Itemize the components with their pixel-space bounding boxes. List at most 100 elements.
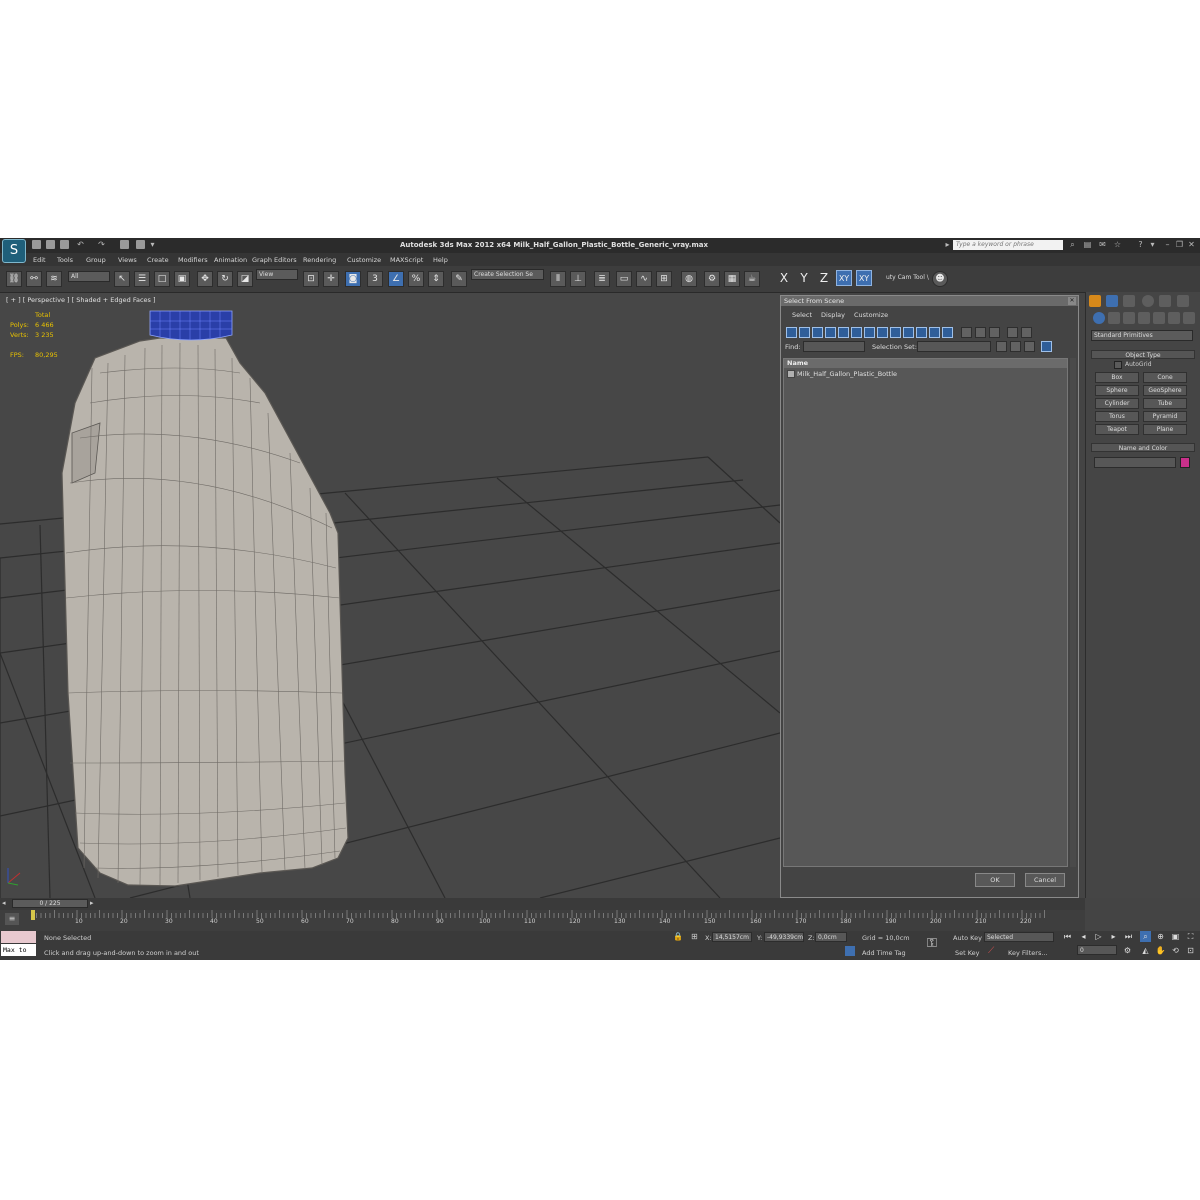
curve-editor-icon[interactable]: ∿ [636, 271, 652, 287]
time-slider[interactable]: ◂ 0 / 225 ▸ [0, 898, 1085, 910]
orbit-icon[interactable]: ⟲ [1170, 945, 1181, 956]
previous-frame-icon[interactable]: ◂ [1078, 931, 1089, 942]
display-containers-icon[interactable] [903, 327, 914, 338]
display-frozen-icon[interactable] [916, 327, 927, 338]
search-input[interactable]: Type a keyword or phrase [953, 240, 1063, 250]
filter-icon[interactable] [1007, 327, 1018, 338]
dialog-close-icon[interactable]: ✕ [1068, 297, 1076, 305]
dialog-menu-display[interactable]: Display [821, 311, 845, 319]
quick-access-dropdown-icon[interactable]: ▾ [148, 240, 157, 249]
modify-tab-icon[interactable] [1106, 295, 1118, 307]
layer-manager-icon[interactable]: ≣ [594, 271, 610, 287]
rectangular-selection-icon[interactable]: □ [154, 271, 170, 287]
maximize-viewport-icon[interactable]: ⊡ [1185, 945, 1196, 956]
display-hidden-icon[interactable] [929, 327, 940, 338]
subscription-icon[interactable]: ▤ [1083, 240, 1092, 249]
axis-z-button[interactable]: Z [816, 270, 832, 286]
angle-snap-icon[interactable]: ∠ [388, 271, 404, 287]
object-type-rollout[interactable]: Object Type [1091, 350, 1195, 359]
dialog-menu-customize[interactable]: Customize [854, 311, 888, 319]
select-all-icon[interactable] [961, 327, 972, 338]
close-icon[interactable]: ✕ [1187, 240, 1196, 249]
key-filters-button[interactable]: Key Filters... [1008, 949, 1048, 957]
time-tag-icon[interactable] [845, 946, 855, 956]
selection-filter-dropdown[interactable]: All [68, 271, 110, 282]
cone-button[interactable]: Cone [1143, 372, 1187, 383]
helpers-category-icon[interactable] [1153, 312, 1165, 324]
systems-category-icon[interactable] [1183, 312, 1195, 324]
select-dependents-icon[interactable] [1010, 341, 1021, 352]
box-button[interactable]: Box [1095, 372, 1139, 383]
undo-icon[interactable]: ↶ [76, 240, 85, 249]
auto-key-button[interactable]: Auto Key [953, 934, 982, 942]
sphere-button[interactable]: Sphere [1095, 385, 1139, 396]
teapot-button[interactable]: Teapot [1095, 424, 1139, 435]
menu-create[interactable]: Create [147, 256, 169, 264]
window-crossing-icon[interactable]: ▣ [174, 271, 190, 287]
reference-coordinate-dropdown[interactable]: View [256, 269, 298, 280]
pivot-center-icon[interactable]: ⊡ [303, 271, 319, 287]
track-bar[interactable]: ≡ 10 20 30 40 50 60 70 80 90 100 110 120… [0, 910, 1085, 931]
display-lights-icon[interactable] [812, 327, 823, 338]
rotate-icon[interactable]: ↻ [217, 271, 233, 287]
menu-help[interactable]: Help [433, 256, 448, 264]
workspace-icon[interactable] [136, 240, 145, 249]
open-file-icon[interactable] [46, 240, 55, 249]
set-key-icon[interactable]: ⟋ [988, 946, 994, 956]
dialog-menu-select[interactable]: Select [792, 311, 812, 319]
render-setup-icon[interactable]: ⚙ [704, 271, 720, 287]
select-none-icon[interactable] [975, 327, 986, 338]
next-frame-icon[interactable]: ▸ [1108, 931, 1119, 942]
select-object-icon[interactable]: ↖ [114, 271, 130, 287]
list-scrollbar[interactable] [1070, 358, 1076, 867]
scale-icon[interactable]: ◪ [237, 271, 253, 287]
perspective-viewport[interactable]: [ + ] [ Perspective ] [ Shaded + Edged F… [0, 293, 780, 898]
restore-icon[interactable]: ❐ [1175, 240, 1184, 249]
pyramid-button[interactable]: Pyramid [1143, 411, 1187, 422]
ok-button[interactable]: OK [975, 873, 1015, 887]
shapes-category-icon[interactable] [1108, 312, 1120, 324]
set-key-button[interactable]: Set Key [955, 949, 980, 957]
lock-selection-icon[interactable]: 🔒 [673, 932, 683, 941]
cylinder-button[interactable]: Cylinder [1095, 398, 1139, 409]
display-tab-icon[interactable] [1159, 295, 1171, 307]
minimize-icon[interactable]: – [1163, 240, 1172, 249]
primitive-category-dropdown[interactable]: Standard Primitives [1091, 330, 1193, 341]
help-dropdown-icon[interactable]: ▾ [1148, 240, 1157, 249]
geometry-category-icon[interactable] [1093, 312, 1105, 324]
keyboard-shortcut-override-icon[interactable]: ◙ [345, 271, 361, 287]
field-of-view-icon[interactable]: ◭ [1140, 945, 1151, 956]
render-production-icon[interactable]: ☕ [744, 271, 760, 287]
zoom-icon[interactable]: ⌕ [1140, 931, 1151, 942]
graphite-ribbon-icon[interactable]: ▭ [616, 271, 632, 287]
communication-icon[interactable]: ✉ [1098, 240, 1107, 249]
bind-space-warp-icon[interactable]: ≋ [46, 271, 62, 287]
move-icon[interactable]: ✥ [197, 271, 213, 287]
name-column-header[interactable]: Name [784, 359, 1067, 368]
key-icon[interactable]: ⚿ [927, 936, 937, 951]
display-geometry-icon[interactable] [786, 327, 797, 338]
bottle-mesh[interactable] [61, 310, 349, 887]
axis-y-button[interactable]: Y [796, 270, 812, 286]
tube-button[interactable]: Tube [1143, 398, 1187, 409]
current-frame-field[interactable]: 0 [1077, 945, 1117, 955]
menu-graph-editors[interactable]: Graph Editors [252, 256, 297, 264]
menu-group[interactable]: Group [86, 256, 106, 264]
display-xrefs-icon[interactable] [877, 327, 888, 338]
motion-tab-icon[interactable] [1142, 295, 1154, 307]
snaps-toggle-icon[interactable]: 3 [367, 271, 383, 287]
z-coordinate-field[interactable]: 0,0cm [815, 932, 847, 942]
geosphere-button[interactable]: GeoSphere [1143, 385, 1187, 396]
add-time-tag[interactable]: Add Time Tag [862, 949, 906, 957]
display-all-icon[interactable] [942, 327, 953, 338]
maxscript-listener-input[interactable]: Max to [1, 944, 36, 956]
camera-tool-icon[interactable]: ☻ [932, 271, 948, 287]
slider-next-icon[interactable]: ▸ [90, 899, 94, 907]
axis-x-button[interactable]: X [776, 270, 792, 286]
sync-selection-icon[interactable] [996, 341, 1007, 352]
axis-xy-button[interactable]: XY [836, 270, 852, 286]
key-mode-dropdown[interactable]: Selected [984, 932, 1054, 942]
go-to-end-icon[interactable]: ⏭ [1123, 931, 1134, 942]
application-logo-icon[interactable]: S [2, 239, 26, 263]
dialog-title[interactable]: Select From Scene [781, 296, 1078, 306]
